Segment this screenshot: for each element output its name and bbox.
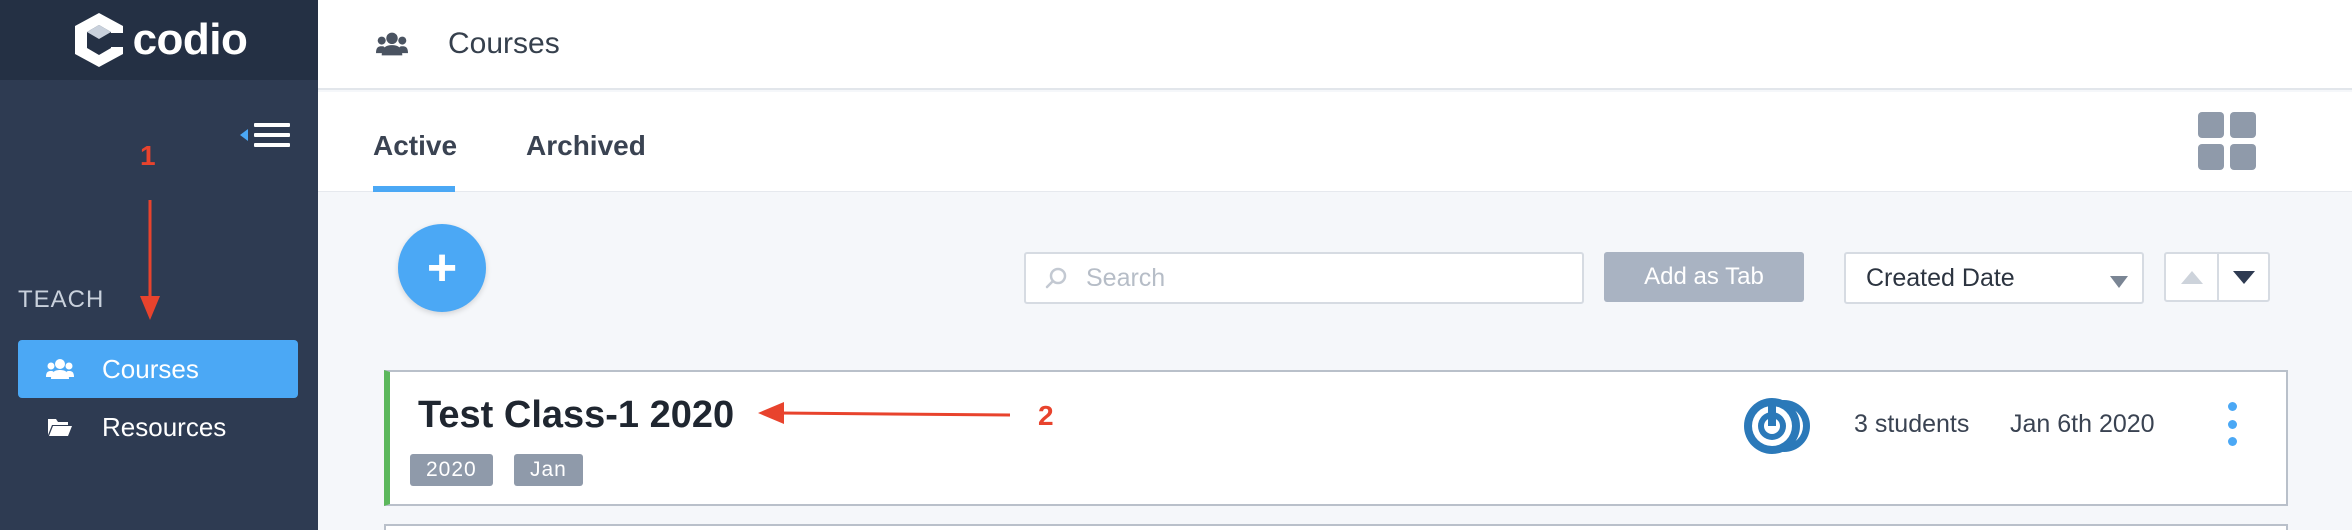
search-input[interactable] bbox=[1086, 263, 1566, 293]
users-icon bbox=[376, 30, 412, 58]
sort-ascending-button[interactable] bbox=[2166, 254, 2217, 300]
sidebar-item-label: Courses bbox=[102, 353, 199, 384]
tab-active[interactable]: Active bbox=[373, 130, 457, 162]
add-as-tab-button[interactable]: Add as Tab bbox=[1604, 252, 1804, 302]
sidebar-item-label: Resources bbox=[102, 411, 227, 442]
search-icon bbox=[1026, 266, 1086, 290]
add-course-button[interactable]: + bbox=[398, 224, 486, 312]
course-title[interactable]: Test Class-1 2020 bbox=[418, 394, 734, 437]
annotation-label-1: 1 bbox=[140, 140, 156, 171]
folder-icon bbox=[18, 416, 102, 438]
sort-direction-toggle bbox=[2164, 252, 2270, 302]
users-icon bbox=[18, 357, 102, 381]
course-card[interactable]: Test Class-1 2020 2020 Jan 3 students Ja… bbox=[384, 370, 2288, 506]
more-options-icon[interactable] bbox=[2222, 402, 2242, 446]
sort-selected-value: Created Date bbox=[1866, 263, 2015, 292]
page-title: Courses bbox=[448, 27, 560, 60]
codio-logo-icon bbox=[74, 13, 123, 67]
sidebar-item-resources[interactable]: Resources bbox=[18, 398, 298, 456]
course-tabs: Active Archived bbox=[318, 92, 2352, 192]
grid-view-icon[interactable] bbox=[2198, 112, 2256, 170]
active-tab-indicator bbox=[373, 186, 455, 192]
course-logo-icon bbox=[1744, 398, 1810, 454]
triangle-down-icon bbox=[2232, 270, 2255, 284]
triangle-up-icon bbox=[2180, 270, 2203, 284]
chevron-down-icon bbox=[2110, 276, 2128, 288]
sidebar: codio TEACH Courses Resources bbox=[0, 0, 318, 530]
brand-bar[interactable]: codio bbox=[0, 0, 318, 80]
sidebar-section-label: TEACH bbox=[18, 286, 105, 313]
student-count: 3 students bbox=[1854, 410, 1970, 438]
course-date: Jan 6th 2020 bbox=[2010, 410, 2155, 438]
course-tag: 2020 bbox=[410, 454, 493, 486]
sort-select[interactable]: Created Date bbox=[1844, 252, 2144, 304]
tab-archived[interactable]: Archived bbox=[526, 130, 646, 162]
course-card[interactable] bbox=[384, 524, 2288, 530]
course-tag: Jan bbox=[514, 454, 583, 486]
sort-descending-button[interactable] bbox=[2217, 254, 2268, 300]
brand-name: codio bbox=[132, 15, 248, 64]
sidebar-item-courses[interactable]: Courses bbox=[18, 340, 298, 398]
annotation-label-2: 2 bbox=[1038, 400, 1054, 431]
collapse-menu-icon[interactable] bbox=[240, 120, 292, 150]
search-box[interactable] bbox=[1024, 252, 1584, 304]
page-header: Courses bbox=[318, 0, 2352, 90]
